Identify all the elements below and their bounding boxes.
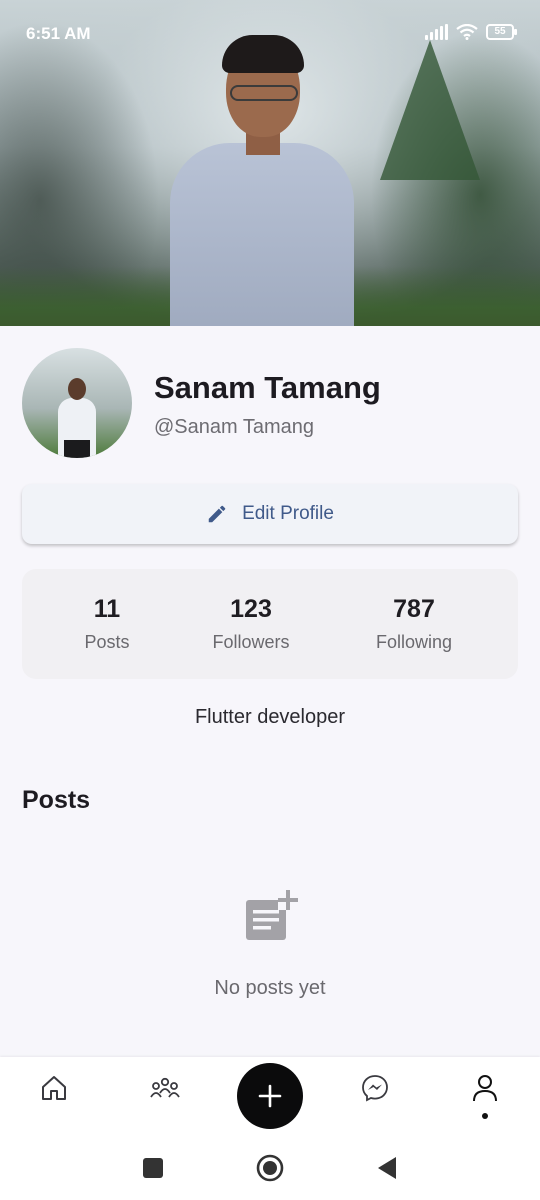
posts-section-title: Posts — [22, 786, 91, 814]
nav-community[interactable] — [145, 1073, 185, 1107]
empty-posts-message: No posts yet — [214, 977, 326, 999]
stat-posts[interactable]: 11 Posts — [62, 595, 152, 653]
system-nav-bar — [0, 1141, 540, 1200]
signal-icon — [425, 24, 448, 40]
community-icon — [150, 1077, 180, 1098]
stat-followers-value: 123 — [230, 595, 272, 623]
plus-icon — [258, 1084, 282, 1108]
messenger-icon — [362, 1075, 388, 1102]
stat-following-value: 787 — [393, 595, 435, 623]
stat-following[interactable]: 787 Following — [362, 595, 466, 653]
wifi-icon — [456, 24, 478, 40]
status-bar: 6:51 AM 55 — [0, 0, 540, 66]
nav-messages[interactable] — [355, 1073, 395, 1107]
stat-followers[interactable]: 123 Followers — [201, 595, 301, 653]
profile-handle: @Sanam Tamang — [154, 416, 315, 438]
nav-profile[interactable] — [465, 1073, 505, 1107]
stats-card: 11 Posts 123 Followers 787 Following — [22, 569, 518, 679]
stat-posts-value: 11 — [93, 595, 121, 623]
edit-profile-label: Edit Profile — [242, 503, 334, 524]
stat-posts-label: Posts — [84, 632, 130, 652]
cover-person-image — [160, 35, 360, 326]
stat-followers-label: Followers — [212, 632, 290, 652]
bottom-nav — [0, 1057, 540, 1141]
profile-name: Sanam Tamang — [154, 370, 381, 405]
profile-bio: Flutter developer — [194, 706, 346, 728]
active-indicator-dot — [482, 1113, 488, 1119]
pencil-icon — [208, 505, 226, 523]
create-post-button[interactable] — [237, 1063, 303, 1129]
stat-following-label: Following — [375, 632, 453, 652]
post-add-icon — [246, 890, 298, 940]
profile-icon — [473, 1075, 497, 1102]
battery-icon: 55 — [486, 24, 517, 40]
back-icon[interactable] — [376, 1156, 398, 1180]
avatar[interactable] — [22, 348, 132, 458]
home-circle-icon[interactable] — [256, 1154, 284, 1182]
status-time: 6:51 AM — [26, 24, 91, 43]
edit-profile-button[interactable]: Edit Profile — [22, 484, 518, 544]
home-icon — [42, 1076, 66, 1100]
nav-home[interactable] — [34, 1073, 74, 1107]
recents-icon[interactable] — [142, 1157, 164, 1179]
